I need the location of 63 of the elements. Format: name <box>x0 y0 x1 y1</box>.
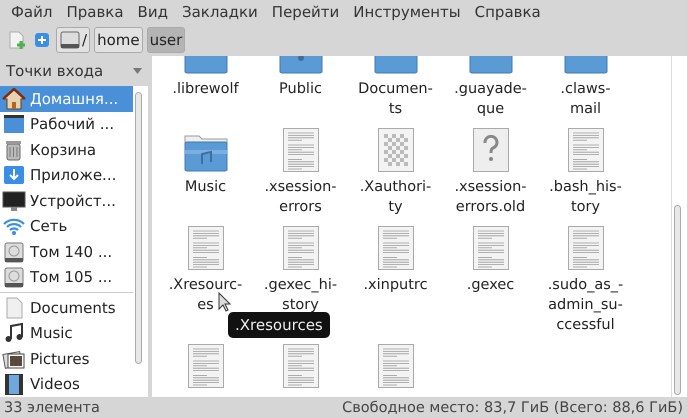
sidebar-item[interactable]: Рабочий ... <box>0 112 133 137</box>
file-name[interactable]: Documen- ts <box>358 79 433 119</box>
text-file-icon <box>282 226 318 270</box>
file-name[interactable]: .gexec <box>466 275 514 295</box>
file-name[interactable]: .xsession- errors.old <box>454 177 527 217</box>
file-name[interactable]: Music <box>184 177 226 197</box>
file-name[interactable]: .Xresourc- es <box>168 275 242 315</box>
file-name[interactable]: .Xauthori- ty <box>360 177 432 217</box>
drive-icon <box>2 266 26 288</box>
checkered-file-icon <box>378 128 414 172</box>
text-file-icon <box>378 344 414 388</box>
menu-item[interactable]: Справка <box>468 3 548 21</box>
text-file-icon <box>188 344 224 388</box>
house-icon <box>2 88 26 110</box>
menu-item[interactable]: Перейти <box>264 3 346 21</box>
monitor-icon <box>2 190 26 212</box>
file-name[interactable]: .xinputrc <box>363 275 428 295</box>
text-file-icon <box>282 344 318 388</box>
file-name[interactable]: .sudo_as_- admin_su- ccessful <box>548 275 624 335</box>
mouse-cursor-icon <box>218 292 232 312</box>
menu-item[interactable]: Файл <box>4 3 60 21</box>
path-button[interactable]: home <box>94 27 143 53</box>
scrollbar-thumb[interactable] <box>674 205 681 395</box>
sidebar-item[interactable]: Том 105 ... <box>0 264 133 290</box>
drive-icon <box>59 30 81 50</box>
file-name[interactable]: .claws- mail <box>560 79 611 119</box>
sidebar-item[interactable]: Pictures <box>0 346 133 372</box>
file-name[interactable]: .gexec_hi- story <box>264 275 338 315</box>
text-file-icon <box>568 226 604 270</box>
text-file-icon <box>568 128 604 172</box>
sidebar-item[interactable]: Устройст... <box>0 188 133 214</box>
dropdown-arrow-icon[interactable] <box>133 68 142 74</box>
drive-icon <box>2 240 26 263</box>
free-space-text: Свободное место: 83,7 ГиБ (Всего: 88,6 ГиБ) <box>342 400 683 416</box>
file-name[interactable]: Public <box>279 79 322 99</box>
text-file-icon <box>188 226 224 270</box>
sidebar-item[interactable]: Music <box>0 320 133 346</box>
file-name[interactable]: .librewolf <box>172 79 239 99</box>
tooltip: .Xresources <box>228 312 330 338</box>
item-count: 33 элемента <box>4 400 100 416</box>
desktop-icon <box>2 113 26 136</box>
menu-item[interactable]: Правка <box>59 3 131 21</box>
menu-item[interactable]: Инструменты <box>346 3 468 21</box>
question-file-icon <box>472 128 508 172</box>
sidebar-item[interactable]: Сеть <box>0 214 133 239</box>
sidebar-item[interactable]: Приложе... <box>0 162 133 188</box>
sidebar-title: Точки входа <box>6 62 104 80</box>
scrollbar-thumb[interactable] <box>135 92 142 364</box>
file-name[interactable]: .bash_his- tory <box>549 177 622 217</box>
film-icon <box>2 373 26 396</box>
text-file-icon <box>282 128 318 172</box>
sidebar-item[interactable]: Корзина <box>0 137 133 162</box>
menu-item[interactable]: Закладки <box>174 3 265 21</box>
path-button[interactable]: user <box>146 27 186 53</box>
text-file-icon <box>472 226 508 270</box>
file-name[interactable]: .guayade- que <box>454 79 527 119</box>
sidebar-item[interactable]: Documents <box>0 294 133 320</box>
sidebar-item[interactable]: Videos <box>0 371 133 397</box>
sidebar-item[interactable]: Том 140 ... <box>0 239 133 264</box>
menu-item[interactable]: Вид <box>130 3 175 21</box>
path-button[interactable]: / <box>56 27 90 53</box>
text-file-icon <box>378 226 414 270</box>
file-name[interactable]: .xsession- errors <box>264 177 337 217</box>
